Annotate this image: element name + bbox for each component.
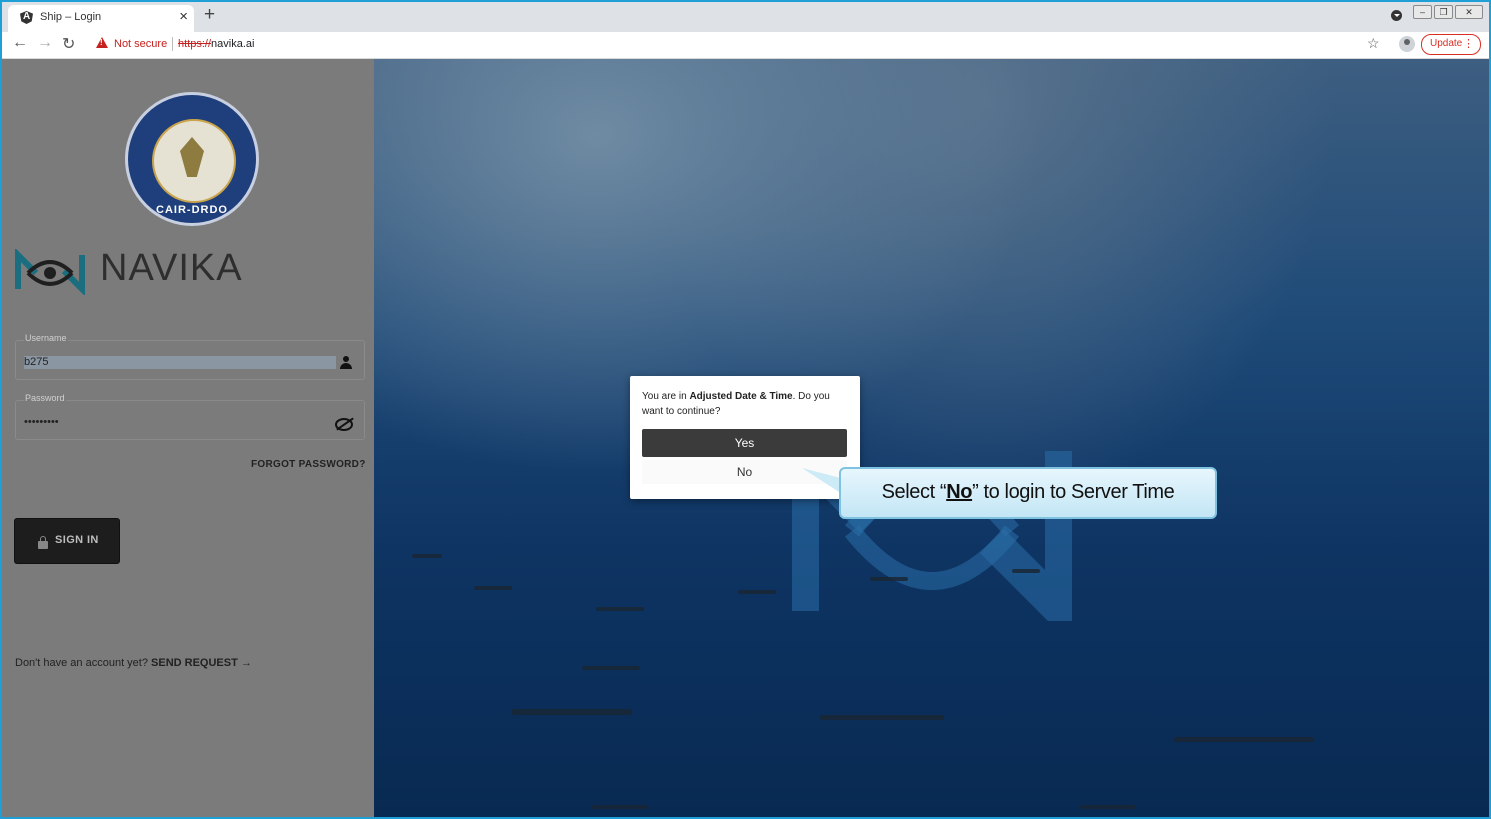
yes-button[interactable]: Yes [642,429,847,457]
brand-name: NAVIKA [100,247,243,289]
ocean-background-image [374,59,1489,817]
update-button[interactable]: Update ⋮ [1421,34,1481,55]
callout-suffix: ” to login to Server Time [972,481,1175,503]
username-field[interactable]: Username b275 [15,333,365,380]
ship [1012,569,1040,573]
callout-highlight: No [946,481,973,503]
screenshot-frame: Ship – Login × + –❐✕ ← → ↻ Not secure ht… [0,0,1491,819]
dialog-msg-prefix: You are in [642,391,687,402]
emblem-text: CAIR-DRDO [156,204,228,216]
back-icon[interactable]: ← [12,34,28,52]
ship [596,607,644,611]
ship [582,666,640,670]
forward-icon[interactable]: → [37,34,53,52]
angular-favicon-icon [20,11,33,24]
navika-logo-icon [15,249,85,295]
more-menu-icon[interactable]: ⋮ [1463,37,1474,50]
no-account-text: Don't have an account yet? [15,657,148,669]
browser-tab[interactable]: Ship – Login × [8,5,194,32]
tab-title: Ship – Login [40,11,102,23]
ship [412,554,442,558]
send-request-link[interactable]: SEND REQUEST → [151,657,252,669]
forgot-password-link[interactable]: FORGOT PASSWORD? [251,459,366,470]
close-tab-icon[interactable]: × [179,8,188,25]
ship [474,586,512,590]
window-controls: – ❐ ✕ [1413,2,1485,20]
tab-bar: Ship – Login × + –❐✕ [2,2,1489,32]
url-scheme: https:// [178,38,212,50]
browser-toolbar: ← → ↻ Not secure https://navika.ai [2,32,1489,59]
url-text[interactable]: https://navika.ai [178,38,254,50]
username-value[interactable]: b275 [24,356,336,369]
sign-in-button[interactable]: SIGN IN [14,518,120,564]
ship [512,709,632,715]
ship [820,715,944,720]
ship [738,590,776,594]
dialog-msg-bold: Adjusted Date & Time [689,391,793,402]
login-panel: CAIR-DRDO NAVIKA Username b275 Password … [2,59,374,817]
signup-prompt: Don't have an account yet? SEND REQUEST … [15,657,252,669]
dialog-message: You are in Adjusted Date & Time. Do you … [642,389,848,419]
url-host: navika.ai [211,38,255,50]
profile-avatar-icon[interactable] [1399,36,1415,52]
cair-drdo-emblem-logo: CAIR-DRDO [125,92,259,226]
new-tab-icon[interactable]: + [204,4,215,26]
password-label: Password [24,393,66,403]
minimize-icon[interactable]: – [1413,5,1432,19]
warning-icon [96,37,108,48]
ship [1080,805,1136,809]
restore-icon[interactable]: ❐ [1434,5,1453,19]
username-label: Username [24,333,68,343]
instruction-callout: Select “No” to login to Server Time [839,467,1217,519]
callout-text: Select “No” to login to Server Time [841,481,1215,504]
user-icon [340,356,352,370]
update-label: Update [1430,38,1463,49]
security-status[interactable]: Not secure [114,38,167,50]
sign-in-label: SIGN IN [55,534,99,546]
bookmark-star-icon[interactable]: ☆ [1367,35,1380,52]
tab-search-icon[interactable] [1391,10,1402,21]
divider [172,37,173,51]
hide-password-icon[interactable] [335,418,353,431]
password-field[interactable]: Password ••••••••• [15,393,365,440]
ship [592,805,648,809]
ship [870,577,908,581]
callout-prefix: Select “ [881,481,947,503]
address-bar[interactable]: Not secure https://navika.ai [88,33,1388,55]
close-window-icon[interactable]: ✕ [1455,5,1483,19]
password-value[interactable]: ••••••••• [24,416,59,428]
lock-icon [38,536,48,549]
ship [1174,737,1314,742]
reload-icon[interactable]: ↻ [62,34,75,54]
